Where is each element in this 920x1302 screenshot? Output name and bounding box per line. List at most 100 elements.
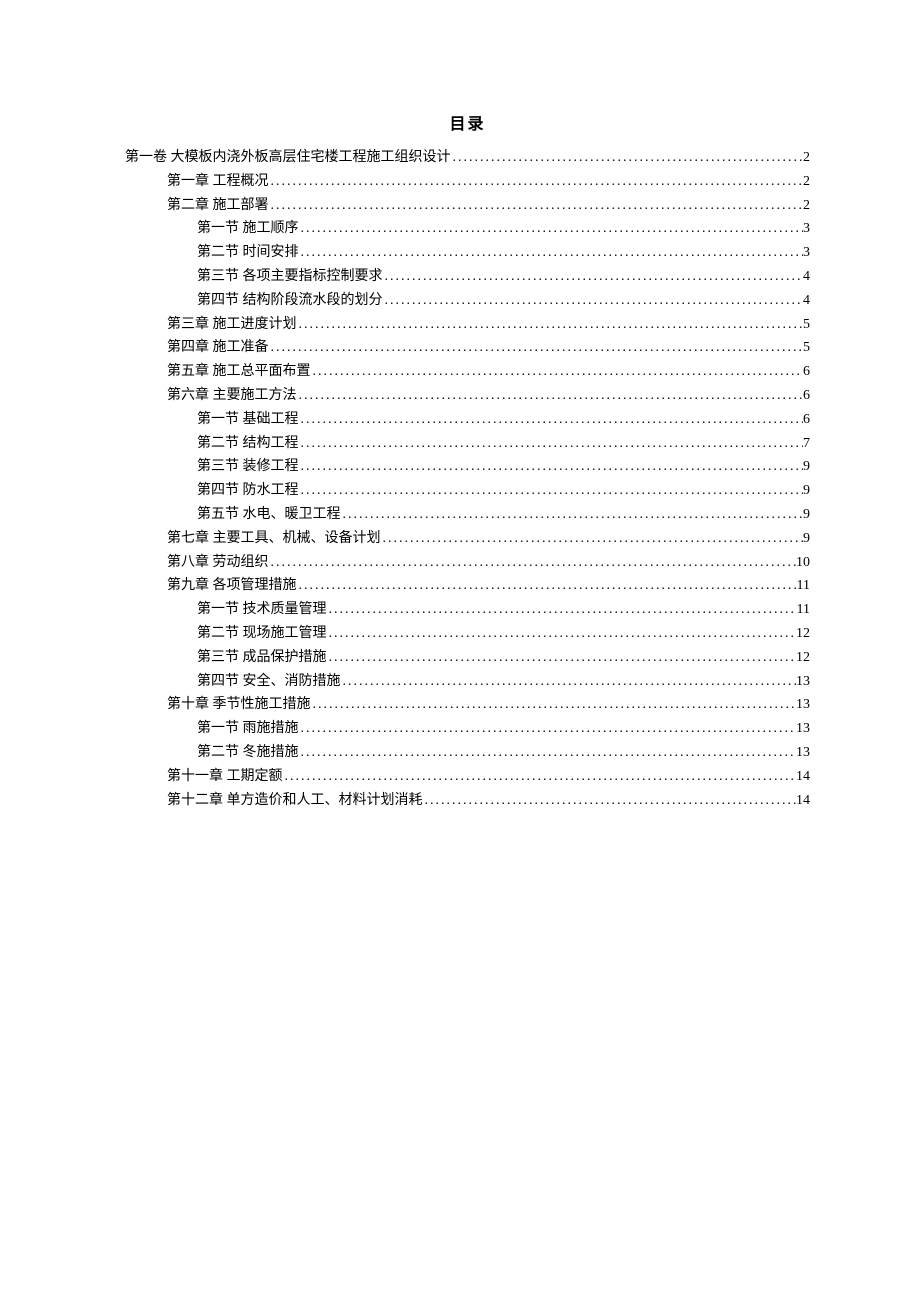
toc-entry[interactable]: 第三节 成品保护措施 12 [125, 646, 810, 670]
toc-dots [311, 693, 797, 717]
toc-entry-page: 11 [797, 598, 810, 622]
toc-entry[interactable]: 第一节 技术质量管理 11 [125, 598, 810, 622]
toc-entry[interactable]: 第三节 各项主要指标控制要求 4 [125, 265, 810, 289]
toc-entry-label: 第二章 施工部署 [167, 194, 269, 218]
toc-entry-page: 5 [803, 313, 810, 337]
toc-entry[interactable]: 第五节 水电、暖卫工程9 [125, 503, 810, 527]
toc-entry-page: 10 [796, 551, 810, 575]
toc-dots [327, 646, 797, 670]
toc-entry-label: 第一节 雨施措施 [197, 717, 299, 741]
toc-entry-page: 5 [803, 336, 810, 360]
toc-entry-label: 第一节 基础工程 [197, 408, 299, 432]
toc-entry-label: 第九章 各项管理措施 [167, 574, 297, 598]
toc-entry[interactable]: 第十一章 工期定额 14 [125, 765, 810, 789]
toc-dots [299, 241, 804, 265]
toc-entry-label: 第十章 季节性施工措施 [167, 693, 311, 717]
toc-entry-label: 第四节 防水工程 [197, 479, 299, 503]
toc-entry-label: 第一节 技术质量管理 [197, 598, 327, 622]
toc-entry-page: 6 [803, 360, 810, 384]
toc-entry-label: 第七章 主要工具、机械、设备计划 [167, 527, 381, 551]
toc-entry-label: 第三节 各项主要指标控制要求 [197, 265, 383, 289]
toc-entry[interactable]: 第二节 时间安排3 [125, 241, 810, 265]
toc-dots [299, 455, 804, 479]
toc-entry[interactable]: 第二节 结构工程 7 [125, 432, 810, 456]
toc-entry-page: 4 [803, 289, 810, 313]
toc-entry-label: 第二节 时间安排 [197, 241, 299, 265]
toc-entry-label: 第一节 施工顺序 [197, 217, 299, 241]
toc-dots [297, 384, 804, 408]
toc-entry-page: 14 [796, 765, 810, 789]
toc-entry[interactable]: 第二节 冬施措施 13 [125, 741, 810, 765]
toc-entry-page: 6 [803, 384, 810, 408]
toc-entry-label: 第三章 施工进度计划 [167, 313, 297, 337]
toc-entry-label: 第六章 主要施工方法 [167, 384, 297, 408]
toc-entry[interactable]: 第四节 安全、消防措施 13 [125, 670, 810, 694]
toc-entry-label: 第十二章 单方造价和人工、材料计划消耗 [167, 789, 423, 813]
toc-entry-page: 9 [803, 455, 810, 479]
toc-dots [423, 789, 797, 813]
toc-dots [311, 360, 804, 384]
toc-dots [341, 503, 804, 527]
toc-entry[interactable]: 第三节 装修工程 9 [125, 455, 810, 479]
toc-entry[interactable]: 第三章 施工进度计划 5 [125, 313, 810, 337]
toc-entry-page: 11 [797, 574, 810, 598]
toc-entry-label: 第二节 冬施措施 [197, 741, 299, 765]
toc-entry[interactable]: 第二章 施工部署 2 [125, 194, 810, 218]
toc-entry-label: 第十一章 工期定额 [167, 765, 283, 789]
toc-entry-label: 第一卷 大模板内浇外板高层住宅楼工程施工组织设计 [125, 146, 451, 170]
toc-dots [341, 670, 797, 694]
toc-entry-label: 第四节 结构阶段流水段的划分 [197, 289, 383, 313]
toc-entry-label: 第三节 成品保护措施 [197, 646, 327, 670]
toc-entry[interactable]: 第二节 现场施工管理 12 [125, 622, 810, 646]
toc-dots [299, 717, 797, 741]
toc-entry[interactable]: 第六章 主要施工方法 6 [125, 384, 810, 408]
toc-entry-page: 13 [796, 717, 810, 741]
toc-entry-label: 第二节 结构工程 [197, 432, 299, 456]
toc-entry-page: 13 [796, 741, 810, 765]
toc-dots [299, 217, 804, 241]
toc-dots [269, 336, 804, 360]
toc-dots [381, 527, 804, 551]
toc-entry-page: 7 [803, 432, 810, 456]
toc-dots [327, 598, 797, 622]
toc-entry[interactable]: 第七章 主要工具、机械、设备计划9 [125, 527, 810, 551]
toc-entry-label: 第四章 施工准备 [167, 336, 269, 360]
toc-dots [383, 265, 804, 289]
toc-dots [327, 622, 797, 646]
toc-entry[interactable]: 第四章 施工准备 5 [125, 336, 810, 360]
toc-dots [269, 551, 797, 575]
toc-entry-page: 2 [803, 146, 810, 170]
toc-entry-page: 6 [803, 408, 810, 432]
toc-entry-page: 3 [803, 217, 810, 241]
toc-entry[interactable]: 第四节 防水工程9 [125, 479, 810, 503]
toc-entry-page: 12 [796, 646, 810, 670]
toc-entry-page: 4 [803, 265, 810, 289]
toc-entry[interactable]: 第一节 施工顺序 3 [125, 217, 810, 241]
toc-dots [269, 194, 804, 218]
toc-entry[interactable]: 第十章 季节性施工措施 13 [125, 693, 810, 717]
toc-entry-page: 13 [796, 693, 810, 717]
toc-entry[interactable]: 第十二章 单方造价和人工、材料计划消耗14 [125, 789, 810, 813]
toc-entry-label: 第一章 工程概况 [167, 170, 269, 194]
toc-entry[interactable]: 第五章 施工总平面布置6 [125, 360, 810, 384]
toc-entry[interactable]: 第一章 工程概况2 [125, 170, 810, 194]
toc-dots [297, 574, 797, 598]
toc-dots [299, 408, 804, 432]
toc-dots [297, 313, 804, 337]
toc-entry[interactable]: 第一节 雨施措施 13 [125, 717, 810, 741]
toc-entry-page: 2 [803, 194, 810, 218]
toc-entry-label: 第五节 水电、暖卫工程 [197, 503, 341, 527]
toc-entry-label: 第四节 安全、消防措施 [197, 670, 341, 694]
toc-entry[interactable]: 第四节 结构阶段流水段的划分 4 [125, 289, 810, 313]
toc-entry-label: 第三节 装修工程 [197, 455, 299, 479]
toc-entry[interactable]: 第九章 各项管理措施 11 [125, 574, 810, 598]
toc-dots [383, 289, 804, 313]
toc-dots [283, 765, 797, 789]
toc-entry[interactable]: 第八章 劳动组织10 [125, 551, 810, 575]
toc-entry[interactable]: 第一节 基础工程 6 [125, 408, 810, 432]
toc-entry-label: 第二节 现场施工管理 [197, 622, 327, 646]
toc-dots [269, 170, 804, 194]
toc-entry-page: 13 [796, 670, 810, 694]
toc-entry-page: 12 [796, 622, 810, 646]
toc-entry[interactable]: 第一卷 大模板内浇外板高层住宅楼工程施工组织设计 2 [125, 146, 810, 170]
